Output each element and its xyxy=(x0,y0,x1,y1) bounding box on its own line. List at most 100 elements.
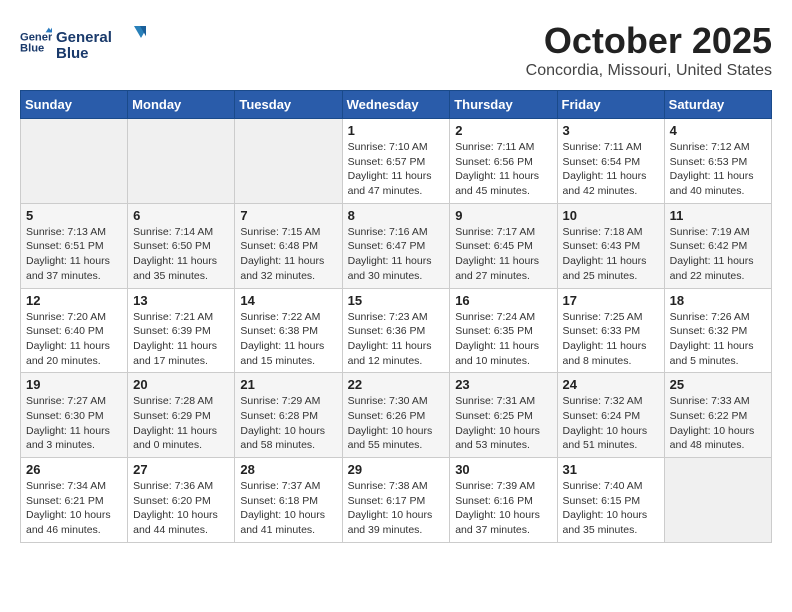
day-info: Sunrise: 7:16 AM Sunset: 6:47 PM Dayligh… xyxy=(348,225,445,284)
calendar-table: Sunday Monday Tuesday Wednesday Thursday… xyxy=(20,90,772,543)
month-title: October 2025 xyxy=(526,20,772,62)
calendar-cell: 3Sunrise: 7:11 AM Sunset: 6:54 PM Daylig… xyxy=(557,119,664,204)
calendar-cell: 4 Sunrise: 7:12 AM Sunset: 6:53 PM Daylig… xyxy=(664,119,771,204)
day-number: 15 xyxy=(348,293,445,308)
svg-text:Blue: Blue xyxy=(56,45,89,62)
day-number: 8 xyxy=(348,208,445,223)
calendar-cell: 26 Sunrise: 7:34 AM Sunset: 6:21 PM Dayli… xyxy=(21,458,128,543)
calendar-cell: 25Sunrise: 7:33 AM Sunset: 6:22 PM Dayli… xyxy=(664,373,771,458)
calendar-cell: 6Sunrise: 7:14 AM Sunset: 6:50 PM Daylig… xyxy=(128,203,235,288)
calendar-cell: 28 Sunrise: 7:37 AM Sunset: 6:18 PM Dayli… xyxy=(235,458,342,543)
calendar-week-row: 5Sunrise: 7:13 AM Sunset: 6:51 PM Daylig… xyxy=(21,203,772,288)
day-info: Sunrise: 7:24 AM Sunset: 6:35 PM Dayligh… xyxy=(455,310,551,369)
day-info: Sunrise: 7:25 AM Sunset: 6:33 PM Dayligh… xyxy=(563,310,659,369)
day-number: 22 xyxy=(348,377,445,392)
day-info: Sunrise: 7:28 AM Sunset: 6:29 PM Dayligh… xyxy=(133,394,229,453)
day-info: Sunrise: 7:17 AM Sunset: 6:45 PM Dayligh… xyxy=(455,225,551,284)
day-info: Sunrise: 7:11 AM Sunset: 6:56 PM Dayligh… xyxy=(455,140,551,199)
calendar-cell: 18Sunrise: 7:26 AM Sunset: 6:32 PM Dayli… xyxy=(664,288,771,373)
day-info: Sunrise: 7:31 AM Sunset: 6:25 PM Dayligh… xyxy=(455,394,551,453)
day-number: 18 xyxy=(670,293,766,308)
calendar-cell: 31Sunrise: 7:40 AM Sunset: 6:15 PM Dayli… xyxy=(557,458,664,543)
day-info: Sunrise: 7:10 AM Sunset: 6:57 PM Dayligh… xyxy=(348,140,445,199)
day-number: 14 xyxy=(240,293,336,308)
day-number: 5 xyxy=(26,208,122,223)
day-number: 20 xyxy=(133,377,229,392)
day-info: Sunrise: 7:37 AM Sunset: 6:18 PM Dayligh… xyxy=(240,479,336,538)
calendar-cell: 15Sunrise: 7:23 AM Sunset: 6:36 PM Dayli… xyxy=(342,288,450,373)
day-number: 7 xyxy=(240,208,336,223)
calendar-week-row: 26 Sunrise: 7:34 AM Sunset: 6:21 PM Dayli… xyxy=(21,458,772,543)
title-block: October 2025 Concordia, Missouri, United… xyxy=(526,20,772,80)
calendar-cell xyxy=(128,119,235,204)
day-info: Sunrise: 7:12 AM Sunset: 6:53 PM Dayligh… xyxy=(670,140,766,199)
day-number: 21 xyxy=(240,377,336,392)
day-number: 4 xyxy=(670,123,766,138)
header-monday: Monday xyxy=(128,91,235,119)
calendar-cell: 24Sunrise: 7:32 AM Sunset: 6:24 PM Dayli… xyxy=(557,373,664,458)
calendar-cell: 8 Sunrise: 7:16 AM Sunset: 6:47 PM Daylig… xyxy=(342,203,450,288)
calendar-cell: 22Sunrise: 7:30 AM Sunset: 6:26 PM Dayli… xyxy=(342,373,450,458)
header-tuesday: Tuesday xyxy=(235,91,342,119)
day-number: 16 xyxy=(455,293,551,308)
page-header: General Blue General Blue October 2025 C… xyxy=(20,20,772,80)
day-number: 13 xyxy=(133,293,229,308)
day-number: 30 xyxy=(455,462,551,477)
day-number: 26 xyxy=(26,462,122,477)
calendar-cell: 16 Sunrise: 7:24 AM Sunset: 6:35 PM Dayli… xyxy=(450,288,557,373)
calendar-cell: 14 Sunrise: 7:22 AM Sunset: 6:38 PM Dayli… xyxy=(235,288,342,373)
calendar-week-row: 19 Sunrise: 7:27 AM Sunset: 6:30 PM Dayli… xyxy=(21,373,772,458)
day-info: Sunrise: 7:18 AM Sunset: 6:43 PM Dayligh… xyxy=(563,225,659,284)
logo: General Blue General Blue xyxy=(20,20,146,64)
calendar-cell: 30 Sunrise: 7:39 AM Sunset: 6:16 PM Dayli… xyxy=(450,458,557,543)
day-info: Sunrise: 7:33 AM Sunset: 6:22 PM Dayligh… xyxy=(670,394,766,453)
day-info: Sunrise: 7:21 AM Sunset: 6:39 PM Dayligh… xyxy=(133,310,229,369)
header-friday: Friday xyxy=(557,91,664,119)
day-info: Sunrise: 7:15 AM Sunset: 6:48 PM Dayligh… xyxy=(240,225,336,284)
calendar-cell: 2 Sunrise: 7:11 AM Sunset: 6:56 PM Daylig… xyxy=(450,119,557,204)
day-number: 29 xyxy=(348,462,445,477)
calendar-cell: 5Sunrise: 7:13 AM Sunset: 6:51 PM Daylig… xyxy=(21,203,128,288)
svg-text:Blue: Blue xyxy=(20,43,44,55)
calendar-cell: 20 Sunrise: 7:28 AM Sunset: 6:29 PM Dayli… xyxy=(128,373,235,458)
day-info: Sunrise: 7:32 AM Sunset: 6:24 PM Dayligh… xyxy=(563,394,659,453)
day-number: 2 xyxy=(455,123,551,138)
header-sunday: Sunday xyxy=(21,91,128,119)
day-number: 31 xyxy=(563,462,659,477)
day-number: 10 xyxy=(563,208,659,223)
calendar-cell: 23 Sunrise: 7:31 AM Sunset: 6:25 PM Dayli… xyxy=(450,373,557,458)
day-info: Sunrise: 7:27 AM Sunset: 6:30 PM Dayligh… xyxy=(26,394,122,453)
calendar-cell: 9 Sunrise: 7:17 AM Sunset: 6:45 PM Daylig… xyxy=(450,203,557,288)
day-info: Sunrise: 7:20 AM Sunset: 6:40 PM Dayligh… xyxy=(26,310,122,369)
calendar-cell: 12 Sunrise: 7:20 AM Sunset: 6:40 PM Dayli… xyxy=(21,288,128,373)
day-info: Sunrise: 7:34 AM Sunset: 6:21 PM Dayligh… xyxy=(26,479,122,538)
logo-icon: General Blue xyxy=(20,26,52,58)
calendar-week-row: 12 Sunrise: 7:20 AM Sunset: 6:40 PM Dayli… xyxy=(21,288,772,373)
calendar-cell: 17Sunrise: 7:25 AM Sunset: 6:33 PM Dayli… xyxy=(557,288,664,373)
day-info: Sunrise: 7:38 AM Sunset: 6:17 PM Dayligh… xyxy=(348,479,445,538)
calendar-cell xyxy=(235,119,342,204)
day-info: Sunrise: 7:29 AM Sunset: 6:28 PM Dayligh… xyxy=(240,394,336,453)
calendar-week-row: 1 Sunrise: 7:10 AM Sunset: 6:57 PM Daylig… xyxy=(21,119,772,204)
day-number: 1 xyxy=(348,123,445,138)
day-number: 28 xyxy=(240,462,336,477)
day-info: Sunrise: 7:22 AM Sunset: 6:38 PM Dayligh… xyxy=(240,310,336,369)
day-info: Sunrise: 7:14 AM Sunset: 6:50 PM Dayligh… xyxy=(133,225,229,284)
calendar-cell: 29 Sunrise: 7:38 AM Sunset: 6:17 PM Dayli… xyxy=(342,458,450,543)
calendar-cell xyxy=(21,119,128,204)
day-number: 19 xyxy=(26,377,122,392)
header-thursday: Thursday xyxy=(450,91,557,119)
calendar-cell: 27Sunrise: 7:36 AM Sunset: 6:20 PM Dayli… xyxy=(128,458,235,543)
day-number: 23 xyxy=(455,377,551,392)
header-saturday: Saturday xyxy=(664,91,771,119)
location: Concordia, Missouri, United States xyxy=(526,62,772,80)
day-info: Sunrise: 7:19 AM Sunset: 6:42 PM Dayligh… xyxy=(670,225,766,284)
day-number: 27 xyxy=(133,462,229,477)
calendar-cell: 11Sunrise: 7:19 AM Sunset: 6:42 PM Dayli… xyxy=(664,203,771,288)
calendar-header-row: Sunday Monday Tuesday Wednesday Thursday… xyxy=(21,91,772,119)
day-number: 9 xyxy=(455,208,551,223)
day-info: Sunrise: 7:39 AM Sunset: 6:16 PM Dayligh… xyxy=(455,479,551,538)
day-number: 12 xyxy=(26,293,122,308)
calendar-cell: 7 Sunrise: 7:15 AM Sunset: 6:48 PM Daylig… xyxy=(235,203,342,288)
calendar-cell: 21 Sunrise: 7:29 AM Sunset: 6:28 PM Dayli… xyxy=(235,373,342,458)
